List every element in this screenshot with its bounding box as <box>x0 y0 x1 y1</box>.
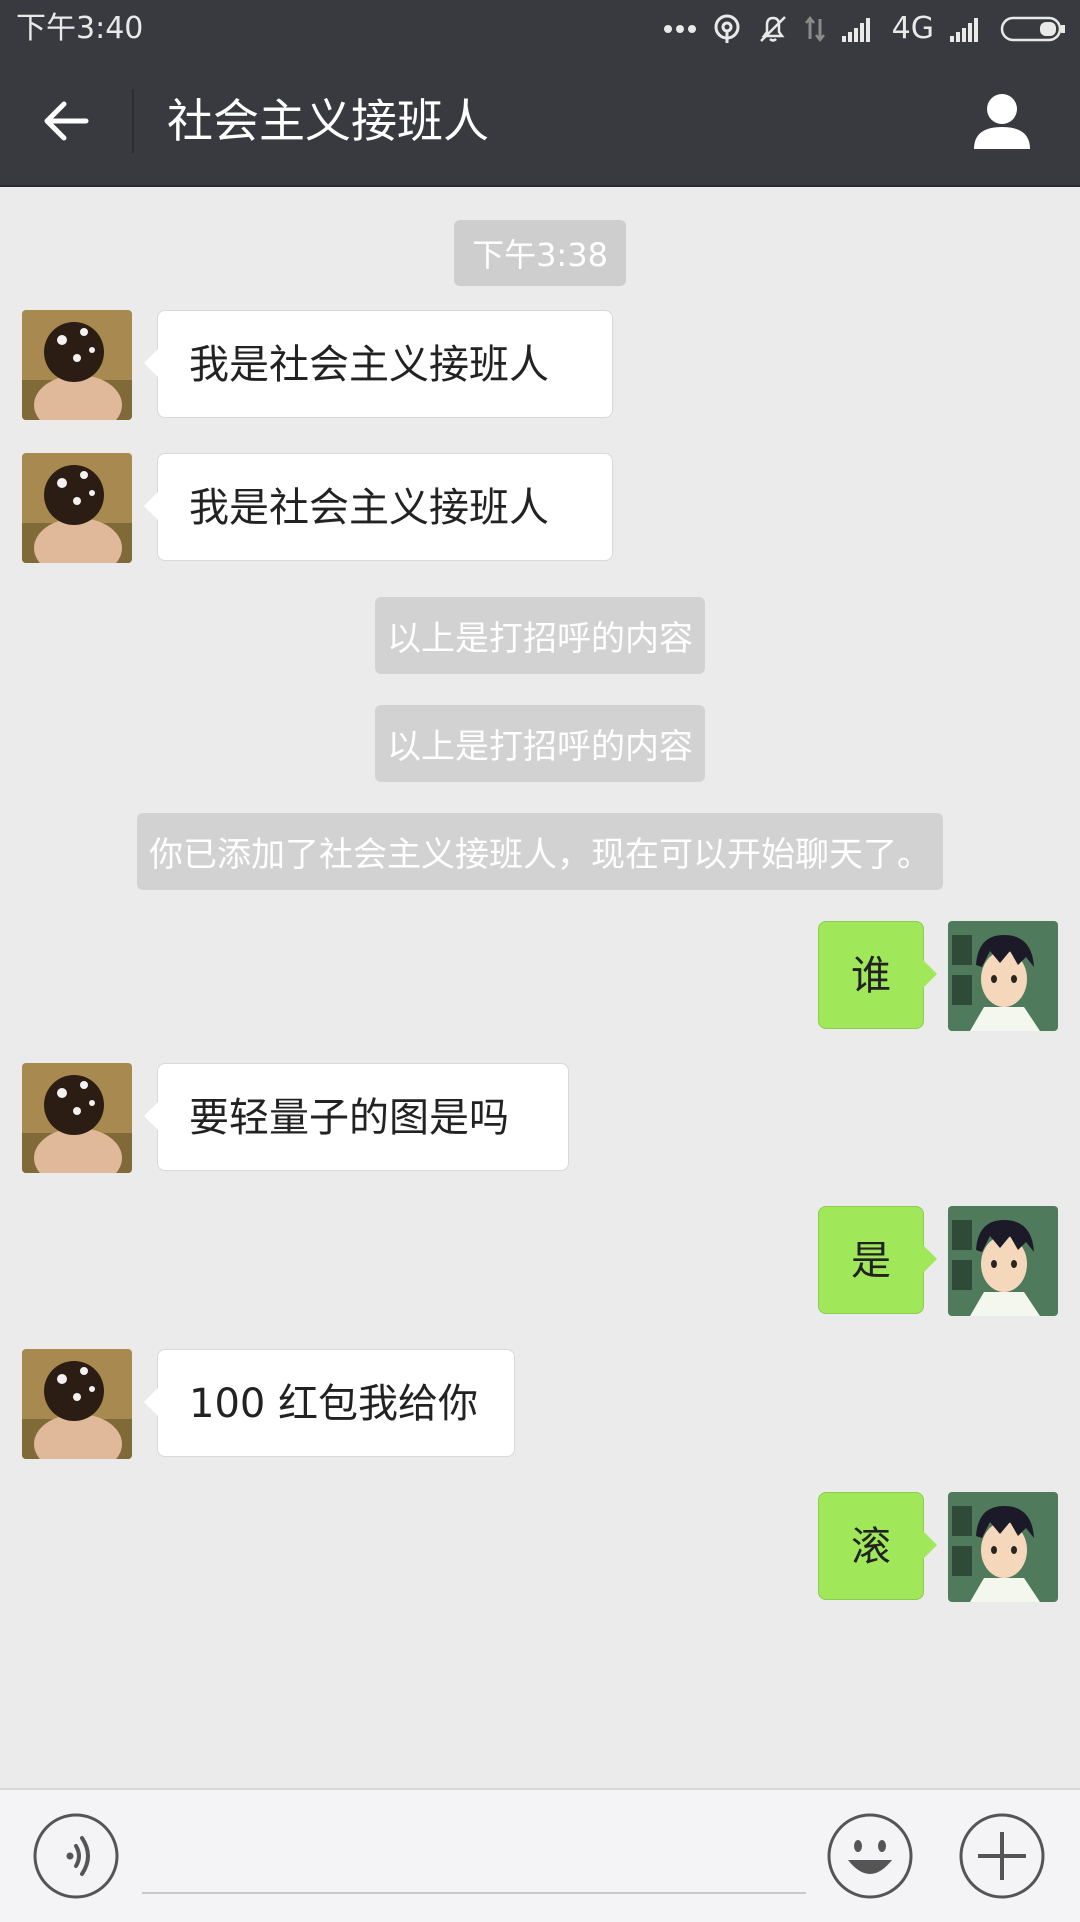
data-arrows-icon <box>804 15 825 42</box>
person-icon[interactable] <box>970 89 1034 153</box>
sent-message-bubble[interactable]: 滚 <box>818 1492 937 1600</box>
contact-avatar[interactable] <box>22 1063 132 1173</box>
contact-avatar[interactable] <box>22 1349 132 1459</box>
contact-avatar[interactable] <box>22 453 132 563</box>
more-dots-icon <box>663 24 696 33</box>
input-bar <box>0 1788 1080 1922</box>
status-time: 下午3:40 <box>16 11 144 46</box>
sent-message-bubble[interactable]: 是 <box>818 1206 937 1314</box>
user-avatar[interactable] <box>948 1206 1058 1316</box>
header-divider <box>132 89 134 153</box>
received-message-bubble[interactable]: 100 红包我给你 <box>144 1349 515 1457</box>
system-notice: 你已添加了社会主义接班人，现在可以开始聊天了。 <box>137 813 943 890</box>
chat-title: 社会主义接班人 <box>167 94 489 148</box>
signal-icon <box>841 17 870 42</box>
sent-message-bubble[interactable]: 谁 <box>818 921 937 1029</box>
emoji-icon[interactable] <box>826 1812 914 1900</box>
timestamp-tag: 下午3:38 <box>454 220 626 286</box>
message-input[interactable] <box>142 1818 806 1894</box>
system-notice: 以上是打招呼的内容 <box>375 597 705 674</box>
message-list[interactable]: 下午3:38 我是社会主义接班人 我是社会主义接班人 以上是打招呼的内容 以上是… <box>0 187 1080 1787</box>
chat-header: 社会主义接班人 <box>0 57 1080 187</box>
hotspot-icon <box>714 14 740 43</box>
status-bar: 下午3:40 4G <box>0 0 1080 57</box>
received-message-bubble[interactable]: 要轻量子的图是吗 <box>144 1063 569 1171</box>
voice-icon[interactable] <box>32 1812 120 1900</box>
status-icons: 4G <box>663 0 1066 57</box>
signal-icon <box>950 17 978 42</box>
system-notice: 以上是打招呼的内容 <box>375 705 705 782</box>
received-message-bubble[interactable]: 我是社会主义接班人 <box>144 453 613 561</box>
battery-icon <box>1000 16 1065 41</box>
user-avatar[interactable] <box>948 921 1058 1031</box>
plus-icon[interactable] <box>958 1812 1046 1900</box>
user-avatar[interactable] <box>948 1492 1058 1602</box>
network-type: 4G <box>891 11 934 46</box>
mute-bell-icon <box>759 15 786 42</box>
contact-avatar[interactable] <box>22 310 132 420</box>
received-message-bubble[interactable]: 我是社会主义接班人 <box>144 310 613 418</box>
arrow-left-icon[interactable] <box>38 93 94 149</box>
